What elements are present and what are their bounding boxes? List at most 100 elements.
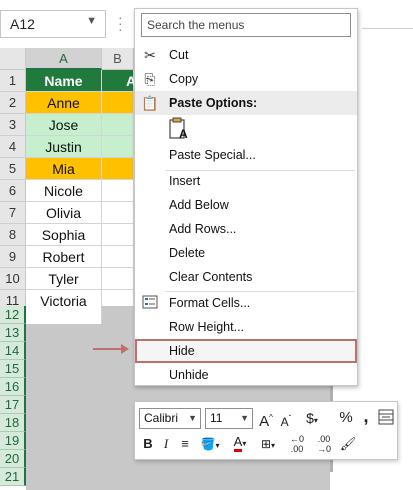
row-header[interactable]: 10 — [0, 268, 26, 290]
svg-text:A: A — [179, 127, 188, 141]
borders-icon[interactable]: ⊞▾ — [255, 435, 281, 453]
search-menus-input[interactable]: Search the menus — [141, 13, 351, 37]
cell-b8[interactable] — [102, 224, 134, 246]
menu-item-cut[interactable]: ✂ Cut — [135, 43, 357, 67]
cell-a5[interactable]: Mia — [26, 158, 102, 180]
row-header-selected[interactable]: 15 — [0, 360, 26, 378]
row-header[interactable]: 5 — [0, 158, 26, 180]
menu-item-label: Copy — [169, 72, 199, 86]
menu-item-label: Add Below — [169, 198, 229, 212]
cell-a2[interactable]: Anne — [26, 92, 102, 114]
row-header[interactable]: 4 — [0, 136, 26, 158]
row-header-selected[interactable]: 20 — [0, 450, 26, 468]
cell-b3[interactable] — [102, 114, 134, 136]
column-header-b[interactable]: B — [102, 48, 134, 70]
cell-b7[interactable] — [102, 202, 134, 224]
menu-item-copy[interactable]: ⎘ Copy — [135, 67, 357, 91]
row-header[interactable]: 8 — [0, 224, 26, 246]
mini-toolbar: Calibri ▼ 11 ▼ A^ Aˇ $▾ % , B I ≡ 🪣▾ A▾ … — [134, 401, 398, 460]
currency-format-icon[interactable]: $▾ — [301, 409, 323, 427]
cell-a1[interactable]: Name — [26, 70, 102, 92]
chevron-down-icon: ▼ — [240, 413, 249, 423]
menu-item-row-height[interactable]: Row Height... — [135, 315, 357, 339]
menu-item-label: Delete — [169, 246, 206, 260]
menu-item-format-cells[interactable]: Format Cells... — [135, 291, 357, 315]
name-box[interactable]: A12 ▼ — [0, 10, 106, 38]
row-header-selected[interactable]: 16 — [0, 378, 26, 396]
increase-decimal-icon[interactable]: ←0.00 — [285, 434, 309, 454]
menu-item-delete[interactable]: Delete — [135, 241, 357, 265]
menu-item-paste-special[interactable]: Paste Special... — [135, 143, 357, 167]
font-name-select[interactable]: Calibri ▼ — [139, 408, 201, 429]
pointer-arrow — [93, 348, 123, 350]
menu-item-label: Row Height... — [169, 320, 245, 334]
menu-section-label: Paste Options: — [169, 96, 258, 110]
menu-item-add-rows[interactable]: Add Rows... — [135, 217, 357, 241]
align-center-icon[interactable]: ≡ — [176, 435, 194, 453]
menu-item-add-below[interactable]: Add Below — [135, 193, 357, 217]
row-header-selected[interactable]: 12 — [0, 306, 26, 324]
row-header[interactable]: 2 — [0, 92, 26, 114]
row-header-selected[interactable]: 13 — [0, 324, 26, 342]
menu-item-label: Insert — [169, 174, 201, 188]
cell-b5[interactable] — [102, 158, 134, 180]
decrease-decimal-icon[interactable]: .00 →0 — [312, 434, 336, 454]
cell-b6[interactable] — [102, 180, 134, 202]
row-header-selected[interactable]: 18 — [0, 414, 26, 432]
menu-item-unhide[interactable]: Unhide — [135, 363, 357, 387]
cell-a10[interactable]: Tyler — [26, 268, 102, 290]
row-header-selected[interactable]: 17 — [0, 396, 26, 414]
increase-font-size-icon[interactable]: A^ — [257, 409, 275, 430]
menu-item-clear-contents[interactable]: Clear Contents — [135, 265, 357, 289]
menu-item-hide[interactable]: Hide — [135, 339, 357, 363]
row-header[interactable]: 9 — [0, 246, 26, 268]
menu-item-label: Hide — [169, 344, 195, 358]
decrease-font-size-icon[interactable]: Aˇ — [278, 410, 294, 429]
menu-item-insert[interactable]: Insert — [135, 169, 357, 193]
menu-item-label: Clear Contents — [169, 270, 253, 284]
cell-b1[interactable]: A — [102, 70, 136, 92]
row-header[interactable]: 1 — [0, 70, 26, 92]
menu-item-label: Add Rows... — [169, 222, 237, 236]
row-header[interactable]: 3 — [0, 114, 26, 136]
column-header-a[interactable]: A — [26, 48, 102, 70]
select-all-corner[interactable] — [0, 48, 26, 70]
cell-b2[interactable] — [102, 92, 134, 114]
font-size-value: 11 — [210, 411, 223, 425]
scissors-icon: ✂ — [144, 47, 156, 63]
active-cell-a12[interactable] — [26, 306, 102, 324]
italic-icon[interactable]: I — [159, 435, 173, 453]
row-header-selected[interactable]: 19 — [0, 432, 26, 450]
bold-icon[interactable]: B — [141, 435, 155, 453]
cell-b9[interactable] — [102, 246, 134, 268]
row-header-selected[interactable]: 21 — [0, 468, 26, 486]
paste-values-icon[interactable]: A — [167, 117, 193, 141]
row-header[interactable]: 7 — [0, 202, 26, 224]
fill-color-icon[interactable]: 🪣▾ — [197, 435, 223, 453]
font-color-icon[interactable]: A▾ — [229, 433, 251, 452]
font-size-select[interactable]: 11 ▼ — [205, 408, 253, 429]
cell-a6[interactable]: Nicole — [26, 180, 102, 202]
cell-a3[interactable]: Jose — [26, 114, 102, 136]
font-name-value: Calibri — [144, 411, 179, 425]
cell-a4[interactable]: Justin — [26, 136, 102, 158]
percent-style-icon[interactable]: % — [337, 409, 355, 427]
formula-bar-grip-icon[interactable]: · · · — [118, 10, 123, 36]
cell-b10[interactable] — [102, 268, 134, 290]
row-header[interactable]: 6 — [0, 180, 26, 202]
cell-a8[interactable]: Sophia — [26, 224, 102, 246]
cell-a9[interactable]: Robert — [26, 246, 102, 268]
chevron-down-icon: ▼ — [188, 413, 197, 423]
cell-b4[interactable] — [102, 136, 134, 158]
comma-style-icon[interactable]: , — [360, 407, 372, 425]
format-painter-icon[interactable]: 🖌 — [339, 435, 357, 453]
clipboard-icon: 📋 — [141, 95, 159, 111]
row-header-selected[interactable]: 14 — [0, 342, 26, 360]
menu-item-label: Paste Special... — [169, 148, 256, 162]
name-box-value: A12 — [10, 16, 35, 32]
formula-bar[interactable] — [362, 28, 413, 29]
chevron-down-icon[interactable]: ▼ — [86, 15, 97, 27]
menu-item-label: Cut — [169, 48, 189, 62]
cell-a7[interactable]: Olivia — [26, 202, 102, 224]
merge-center-icon[interactable] — [378, 409, 394, 427]
